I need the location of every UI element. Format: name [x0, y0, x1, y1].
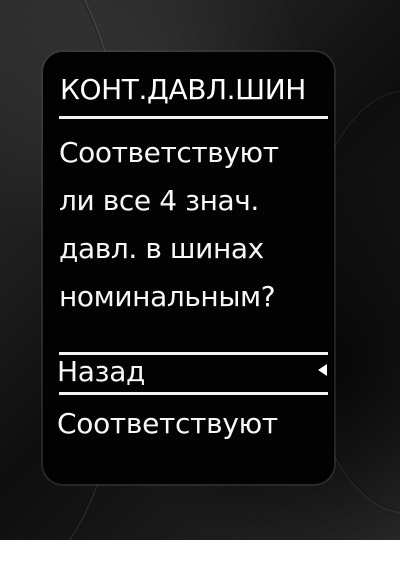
menu-item-confirm[interactable]: Соответствуют — [57, 404, 327, 444]
tire-pressure-question: Соответствуют ли все 4 знач. давл. в шин… — [59, 129, 331, 321]
question-line-4: номинальным? — [59, 280, 276, 313]
question-line-3: давл. в шинах — [59, 232, 264, 265]
question-line-2: ли все 4 знач. — [59, 184, 259, 217]
menu-item-back[interactable]: Назад — [57, 352, 327, 392]
screen-title: КОНТ.ДАВЛ.ШИН — [60, 73, 306, 106]
selection-marker-icon — [318, 364, 327, 376]
title-separator — [59, 116, 328, 119]
menu-item-back-label: Назад — [57, 355, 146, 388]
menu-separator-bottom — [59, 392, 328, 395]
question-line-1: Соответствуют — [59, 136, 279, 169]
tire-pressure-display: КОНТ.ДАВЛ.ШИН Соответствуют ли все 4 зна… — [43, 52, 334, 484]
menu-item-confirm-label: Соответствуют — [57, 407, 278, 440]
instrument-cluster-photo: КОНТ.ДАВЛ.ШИН Соответствуют ли все 4 зна… — [0, 0, 400, 540]
